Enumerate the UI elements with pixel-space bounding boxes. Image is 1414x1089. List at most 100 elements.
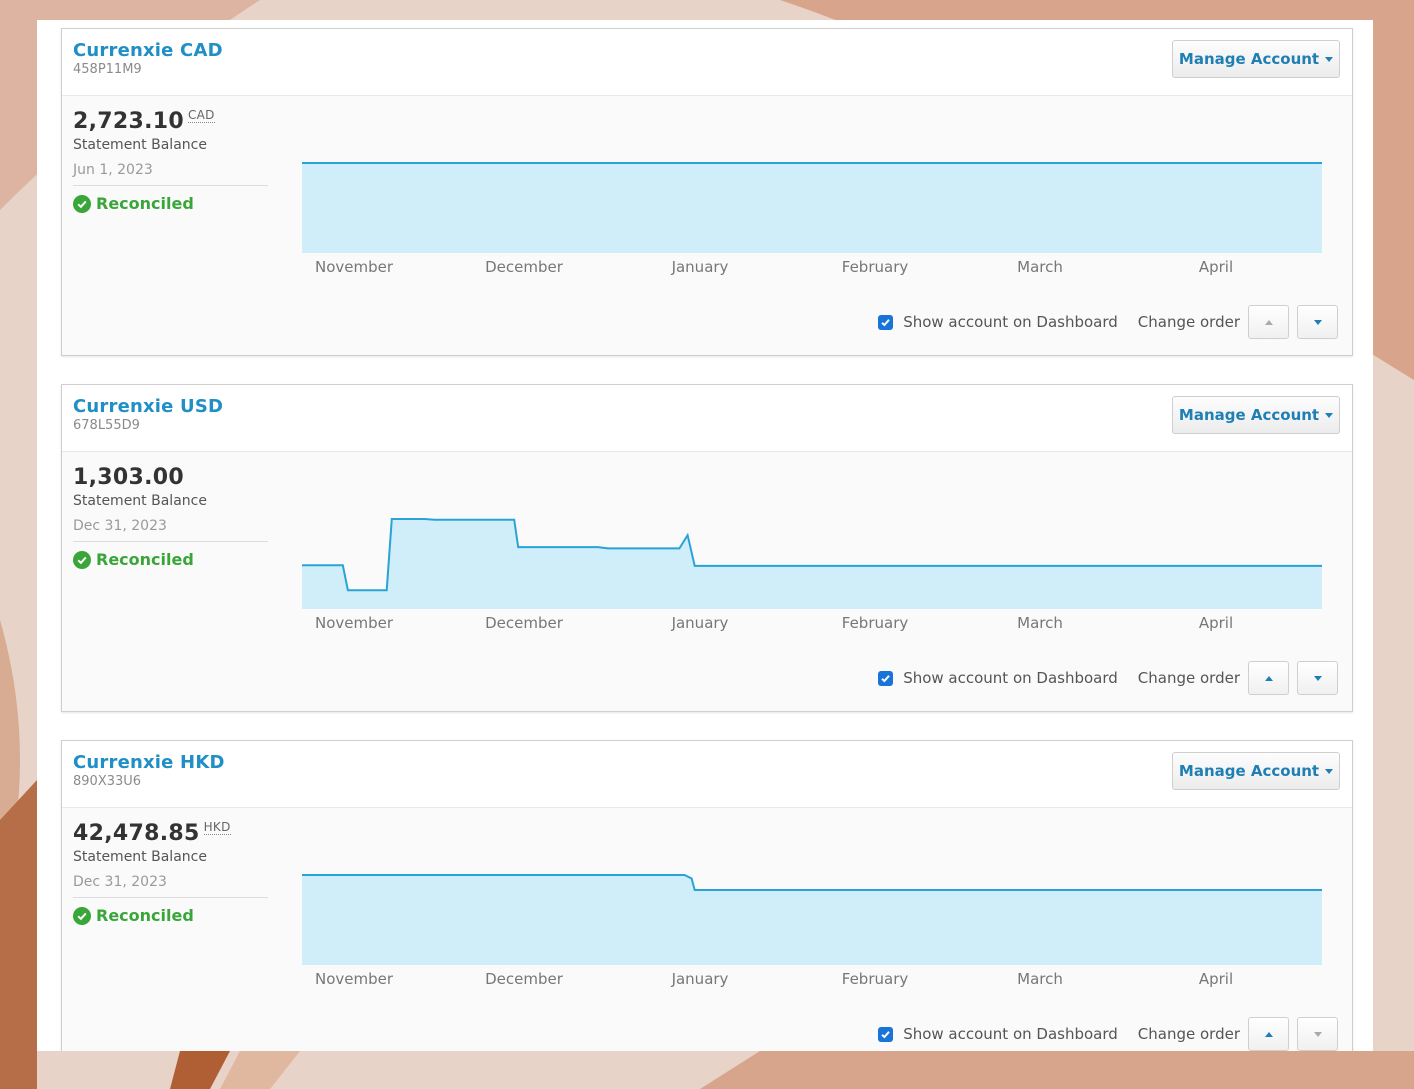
account-name[interactable]: Currenxie USD [73, 396, 223, 417]
month-label: January [671, 970, 729, 988]
reconciled-label: Reconciled [96, 194, 194, 213]
balance-chart [302, 845, 1322, 965]
month-label: April [1198, 258, 1234, 276]
balance-value: 1,303.00 [73, 465, 184, 490]
month-label: February [841, 614, 909, 632]
manage-account-label: Manage Account [1178, 50, 1320, 68]
month-label: March [1017, 614, 1063, 632]
month-label: November [314, 258, 394, 276]
account-name[interactable]: Currenxie HKD [73, 752, 225, 773]
card-footer: Show account on Dashboard Change order [878, 305, 1338, 339]
show-on-dashboard-checkbox[interactable] [878, 670, 894, 686]
month-axis: November December January February March… [302, 258, 1332, 278]
accounts-panel: Currenxie CAD 458P11M9 Manage Account 2,… [37, 20, 1373, 1051]
month-label: November [314, 970, 394, 988]
chevron-down-icon [1313, 319, 1322, 325]
show-on-dashboard-checkbox[interactable] [878, 314, 894, 330]
statement-balance-label: Statement Balance [73, 137, 207, 153]
card-footer: Show account on Dashboard Change order [878, 661, 1338, 695]
change-order-label: Change order [1137, 669, 1240, 687]
month-label: March [1017, 258, 1063, 276]
card-footer: Show account on Dashboard Change order [878, 1017, 1338, 1051]
reconciled-status: Reconciled [73, 906, 268, 925]
show-on-dashboard-label[interactable]: Show account on Dashboard [903, 669, 1118, 687]
balance-area [302, 163, 1322, 253]
currency-code: HKD [203, 820, 231, 835]
account-number: 678L55D9 [73, 418, 140, 433]
month-label: December [485, 970, 563, 988]
manage-account-label: Manage Account [1178, 406, 1320, 424]
check-circle-icon [73, 550, 91, 569]
account-number: 890X33U6 [73, 774, 142, 789]
chevron-up-icon [1264, 319, 1273, 325]
account-card: Currenxie CAD 458P11M9 Manage Account 2,… [61, 28, 1353, 356]
statement-balance-label: Statement Balance [73, 493, 207, 509]
statement-date: Dec 31, 2023 [73, 518, 167, 534]
account-card-header: Currenxie CAD 458P11M9 Manage Account [62, 29, 1352, 96]
balance-summary: 1,303.00 Statement Balance Dec 31, 2023 … [73, 465, 268, 569]
account-number: 458P11M9 [73, 62, 142, 77]
check-circle-icon [73, 194, 91, 213]
balance-summary: 42,478.85 HKD Statement Balance Dec 31, 2… [73, 820, 268, 925]
manage-account-button[interactable]: Manage Account [1172, 396, 1340, 434]
account-card: Currenxie HKD 890X33U6 Manage Account 42… [61, 740, 1353, 1051]
show-on-dashboard-checkbox[interactable] [878, 1026, 894, 1042]
move-down-button[interactable] [1297, 1017, 1338, 1051]
month-label: January [671, 258, 729, 276]
check-circle-icon [73, 906, 91, 925]
chevron-down-icon [1325, 56, 1334, 62]
move-up-button[interactable] [1248, 305, 1289, 339]
chevron-down-icon [1325, 768, 1334, 774]
move-up-button[interactable] [1248, 1017, 1289, 1051]
balance-amount: 1,303.00 [73, 465, 268, 490]
month-label: December [485, 614, 563, 632]
month-label: April [1198, 614, 1234, 632]
divider [73, 897, 268, 898]
balance-summary: 2,723.10 CAD Statement Balance Jun 1, 202… [73, 108, 268, 213]
balance-area [302, 875, 1322, 965]
account-name[interactable]: Currenxie CAD [73, 40, 223, 61]
chevron-up-icon [1264, 1031, 1273, 1037]
move-up-button[interactable] [1248, 661, 1289, 695]
manage-account-label: Manage Account [1178, 762, 1320, 780]
month-label: November [314, 614, 394, 632]
balance-chart [302, 489, 1322, 609]
month-label: January [671, 614, 729, 632]
month-axis: November December January February March… [302, 614, 1332, 634]
chevron-down-icon [1313, 675, 1322, 681]
change-order-label: Change order [1137, 1025, 1240, 1043]
divider [73, 541, 268, 542]
month-label: December [485, 258, 563, 276]
statement-balance-label: Statement Balance [73, 849, 207, 865]
account-card-header: Currenxie HKD 890X33U6 Manage Account [62, 741, 1352, 808]
manage-account-button[interactable]: Manage Account [1172, 40, 1340, 78]
chevron-down-icon [1313, 1031, 1322, 1037]
month-label: March [1017, 970, 1063, 988]
balance-amount: 2,723.10 CAD [73, 108, 268, 134]
month-label: February [841, 258, 909, 276]
statement-date: Dec 31, 2023 [73, 874, 167, 890]
show-on-dashboard-label[interactable]: Show account on Dashboard [903, 313, 1118, 331]
account-card: Currenxie USD 678L55D9 Manage Account 1,… [61, 384, 1353, 712]
currency-code: CAD [187, 108, 215, 123]
balance-amount: 42,478.85 HKD [73, 820, 268, 846]
manage-account-button[interactable]: Manage Account [1172, 752, 1340, 790]
balance-area [302, 519, 1322, 609]
reconciled-status: Reconciled [73, 194, 268, 213]
account-card-header: Currenxie USD 678L55D9 Manage Account [62, 385, 1352, 452]
balance-chart [302, 133, 1322, 253]
chevron-down-icon [1325, 412, 1334, 418]
statement-date: Jun 1, 2023 [73, 162, 153, 178]
reconciled-status: Reconciled [73, 550, 268, 569]
move-down-button[interactable] [1297, 661, 1338, 695]
month-axis: November December January February March… [302, 970, 1332, 990]
show-on-dashboard-label[interactable]: Show account on Dashboard [903, 1025, 1118, 1043]
balance-value: 2,723.10 [73, 109, 184, 134]
month-label: April [1198, 970, 1234, 988]
month-label: February [841, 970, 909, 988]
reconciled-label: Reconciled [96, 906, 194, 925]
change-order-label: Change order [1137, 313, 1240, 331]
reconciled-label: Reconciled [96, 550, 194, 569]
chevron-up-icon [1264, 675, 1273, 681]
move-down-button[interactable] [1297, 305, 1338, 339]
